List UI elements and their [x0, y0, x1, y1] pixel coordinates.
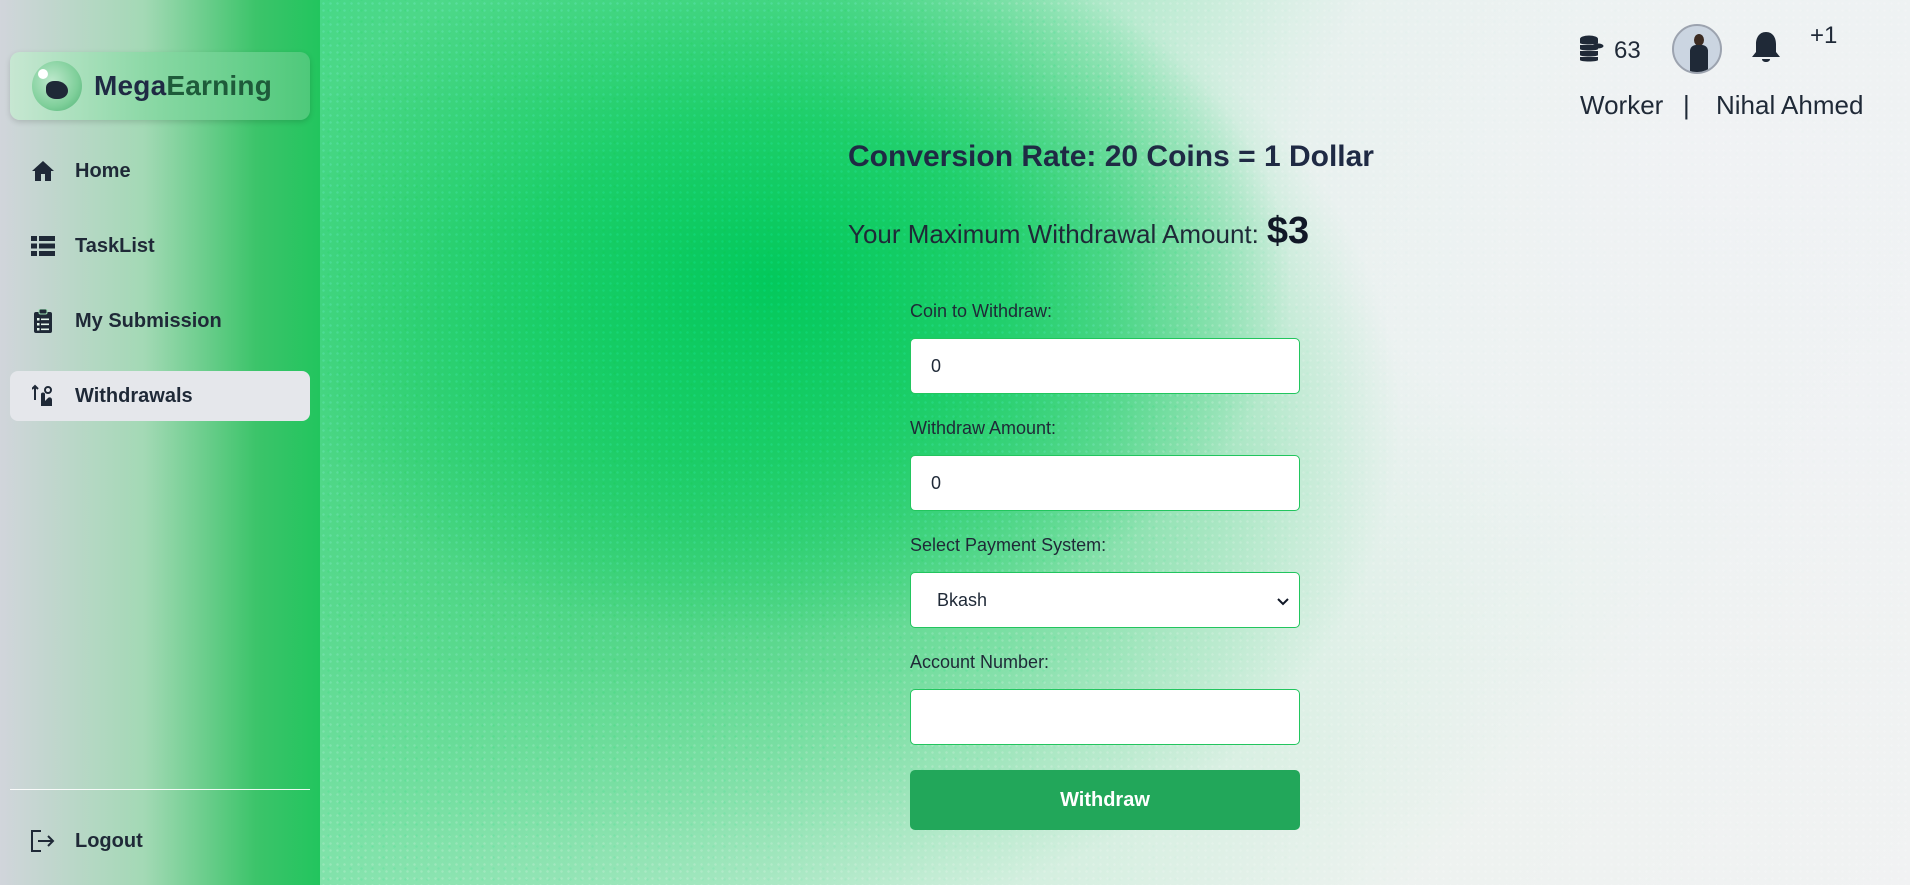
brand-name-part2: Earning — [166, 70, 273, 101]
amount-label: Withdraw Amount: — [910, 418, 1057, 438]
brand-name-part1: Mega — [94, 70, 167, 101]
coin-input[interactable]: 0 — [910, 338, 1300, 394]
coin-input-value: 0 — [931, 355, 942, 376]
max-withdrawal-label: Your Maximum Withdrawal Amount: — [848, 219, 1259, 249]
withdraw-icon — [30, 383, 56, 409]
logout-icon — [30, 828, 56, 854]
notification-badge: +1 — [1810, 22, 1838, 49]
header-separator: | — [1683, 90, 1690, 120]
background-texture — [320, 0, 1910, 885]
amount-input-value: 0 — [931, 472, 942, 493]
sidebar-item-withdrawals[interactable]: Withdrawals — [10, 371, 310, 421]
logo-icon — [32, 61, 82, 111]
sidebar-divider — [10, 789, 310, 790]
brand-name: MegaEarning — [94, 70, 272, 102]
sidebar-item-tasklist[interactable]: TaskList — [10, 221, 310, 271]
list-icon — [30, 233, 56, 259]
payment-select-value: Bkash — [937, 589, 988, 610]
sidebar-item-home[interactable]: Home — [10, 146, 310, 196]
sidebar-item-label: TaskList — [75, 234, 155, 257]
payment-select[interactable]: Bkash — [910, 572, 1300, 628]
sidebar: MegaEarning Home TaskList My Submission … — [0, 0, 320, 885]
payment-label: Select Payment System: — [910, 535, 1107, 555]
coin-label: Coin to Withdraw: — [910, 301, 1053, 321]
coin-balance: 63 — [1578, 34, 1641, 67]
bell-icon[interactable] — [1750, 30, 1782, 71]
coins-icon — [1578, 34, 1604, 67]
home-icon — [30, 158, 56, 184]
clipboard-icon — [30, 308, 56, 334]
user-role: Worker — [1580, 90, 1664, 120]
withdraw-button[interactable]: Withdraw — [910, 770, 1300, 830]
coin-count: 63 — [1614, 36, 1641, 64]
main-content: 63 +1 Worker | Nihal Ahmed Conversion Ra… — [320, 0, 1910, 885]
logout-button[interactable]: Logout — [10, 816, 310, 866]
conversion-rate: Conversion Rate: 20 Coins = 1 Dollar — [848, 140, 1374, 173]
user-name: Nihal Ahmed — [1716, 90, 1864, 120]
sidebar-item-label: Home — [75, 159, 131, 182]
sidebar-item-label: Withdrawals — [75, 384, 193, 407]
sidebar-item-label: My Submission — [75, 309, 222, 332]
sidebar-item-my-submission[interactable]: My Submission — [10, 296, 310, 346]
account-label: Account Number: — [910, 652, 1050, 672]
avatar[interactable] — [1672, 24, 1722, 74]
amount-input[interactable]: 0 — [910, 455, 1300, 511]
chevron-down-icon — [1277, 590, 1289, 611]
max-withdrawal-value: $3 — [1266, 210, 1310, 252]
account-number-input[interactable] — [910, 689, 1300, 745]
logout-label: Logout — [75, 829, 143, 852]
max-withdrawal: Your Maximum Withdrawal Amount: $3 — [848, 210, 1309, 253]
brand-logo[interactable]: MegaEarning — [10, 52, 310, 120]
